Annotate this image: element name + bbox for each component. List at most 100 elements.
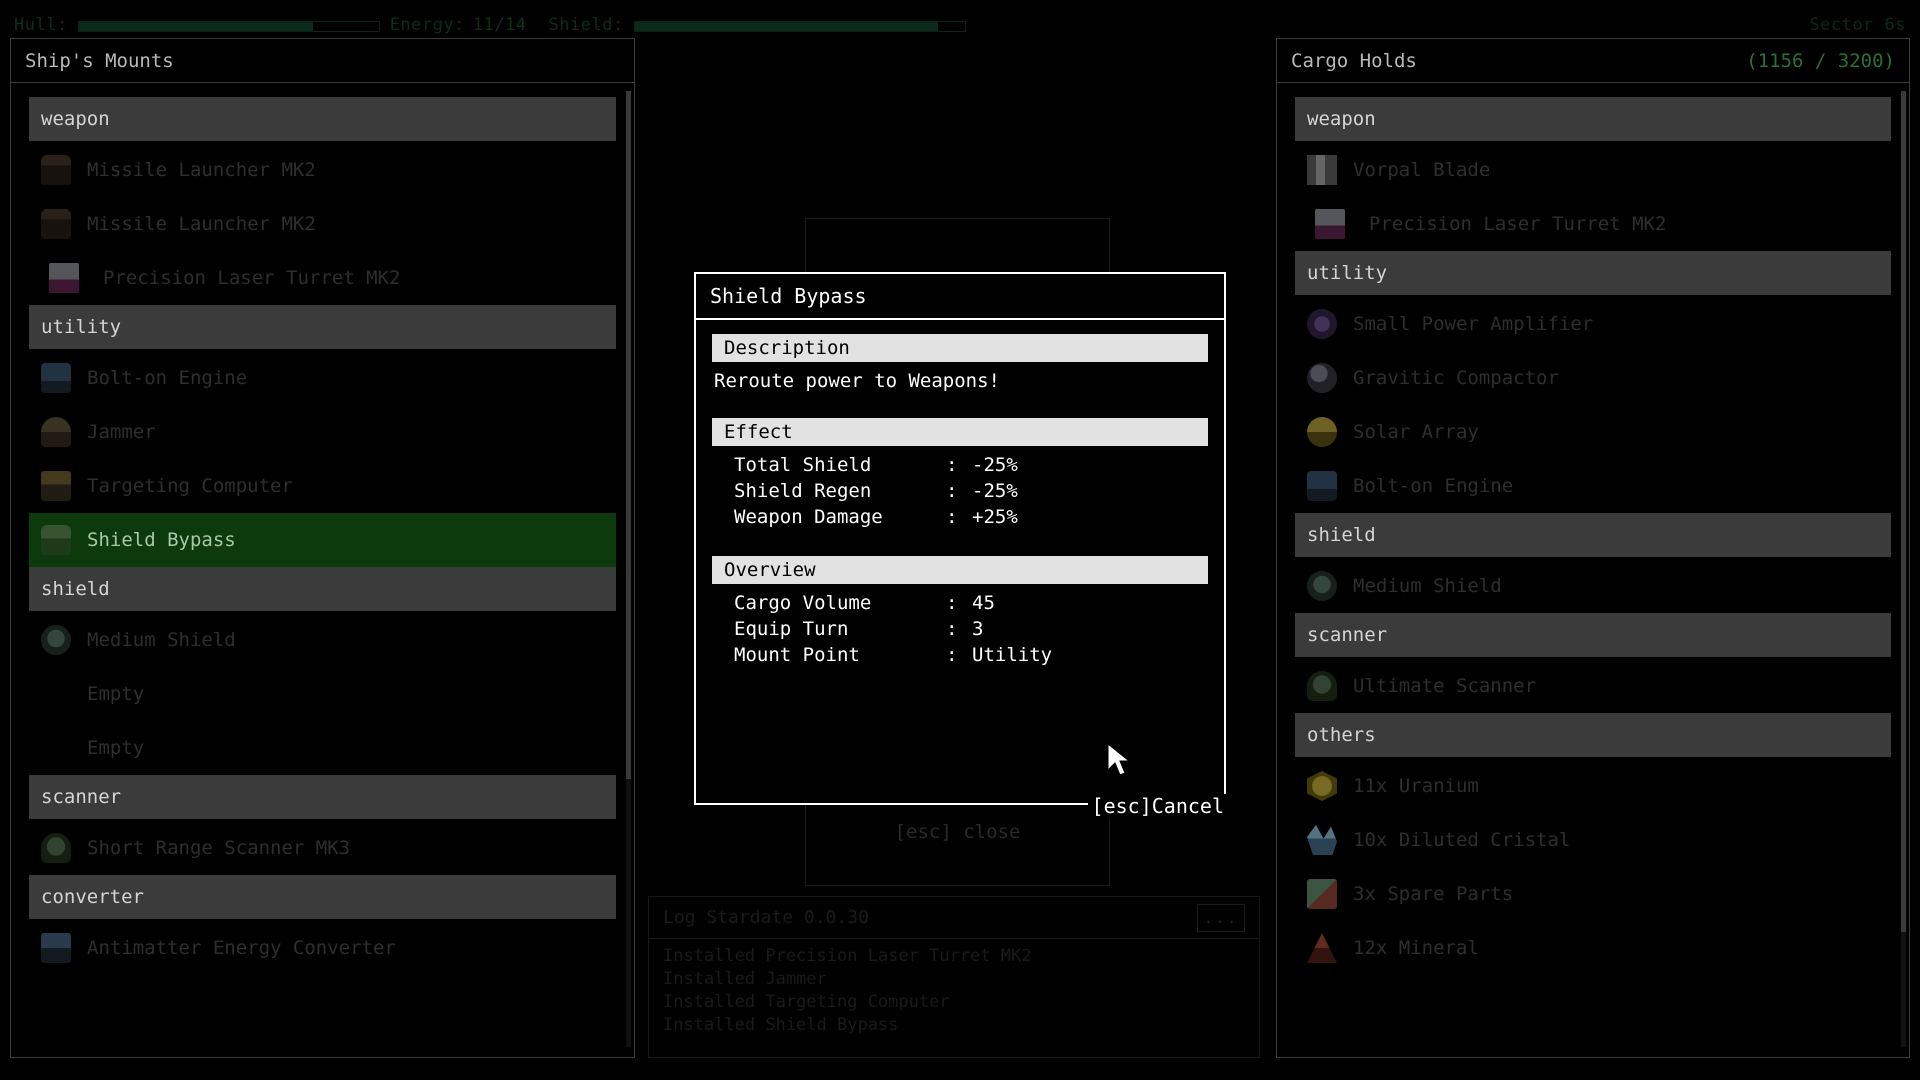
compactor-icon: [1307, 363, 1337, 393]
modal-title-bar: Shield Bypass: [696, 274, 1224, 320]
list-item[interactable]: Bolt-on Engine: [1295, 459, 1891, 513]
log-line: Installed Targeting Computer: [663, 991, 1245, 1014]
list-item[interactable]: Medium Shield: [1295, 559, 1891, 613]
stat-row: Weapon Damage:+25%: [712, 504, 1208, 530]
cargo-holds-title: Cargo Holds: [1291, 50, 1417, 72]
list-item[interactable]: Short Range Scanner MK3: [29, 821, 616, 875]
energy-label: Energy:: [390, 15, 465, 35]
list-item[interactable]: Vorpal Blade: [1295, 143, 1891, 197]
description-section-header: Description: [712, 334, 1208, 362]
ships-mounts-list[interactable]: weapon Missile Launcher MK2 Missile Launch…: [11, 83, 634, 1057]
cargo-capacity: (1156 / 3200): [1746, 50, 1895, 72]
list-item-label: Shield Bypass: [87, 529, 236, 551]
cargo-holds-panel: Cargo Holds (1156 / 3200) weaponVorpal B…: [1276, 38, 1910, 1058]
list-item-label: Ultimate Scanner: [1353, 675, 1536, 697]
list-item[interactable]: Solar Array: [1295, 405, 1891, 459]
ships-mounts-title: Ship's Mounts: [25, 50, 174, 72]
list-item-label: Precision Laser Turret MK2: [1369, 213, 1666, 235]
list-item-label: 10x Diluted Cristal: [1353, 829, 1570, 851]
list-item[interactable]: Antimatter Energy Converter: [29, 921, 616, 975]
stat-value: +25%: [972, 504, 1208, 530]
modal-title-text: Shield Bypass: [710, 284, 867, 308]
list-item[interactable]: Empty: [29, 721, 616, 775]
category-header-weapon: weapon: [1295, 97, 1891, 141]
list-item-label: 3x Spare Parts: [1353, 883, 1513, 905]
category-header-converter: converter: [29, 875, 616, 919]
stat-separator: :: [946, 642, 972, 668]
cargo-holds-list[interactable]: weaponVorpal Blade Precision Laser Turret…: [1277, 83, 1909, 1057]
shield-generator-icon: [1307, 571, 1337, 601]
stat-key: Weapon Damage: [734, 504, 946, 530]
list-item[interactable]: 11x Uranium: [1295, 759, 1891, 813]
scanner-icon: [1307, 671, 1337, 701]
list-item-label: Gravitic Compactor: [1353, 367, 1559, 389]
list-item[interactable]: Bolt-on Engine: [29, 351, 616, 405]
shield-label: Shield:: [549, 15, 624, 35]
category-header-weapon: weapon: [29, 97, 616, 141]
section-spacer: [712, 392, 1208, 418]
blade-icon: [1307, 155, 1337, 185]
description-text: Reroute power to Weapons!: [712, 368, 1208, 392]
list-item[interactable]: Targeting Computer: [29, 459, 616, 513]
hull-status: Hull:: [14, 15, 390, 35]
hull-meter: [78, 21, 380, 32]
category-header-others: others: [1295, 713, 1891, 757]
stat-row: Shield Regen:-25%: [712, 478, 1208, 504]
list-item-label: Bolt-on Engine: [87, 367, 247, 389]
stat-separator: :: [946, 504, 972, 530]
list-item[interactable]: Missile Launcher MK2: [29, 143, 616, 197]
list-item-label: 11x Uranium: [1353, 775, 1479, 797]
mineral-icon: [1307, 933, 1337, 963]
list-item[interactable]: Empty: [29, 667, 616, 721]
category-header-utility: utility: [29, 305, 616, 349]
log-menu-button[interactable]: ...: [1197, 904, 1245, 932]
list-item[interactable]: 3x Spare Parts: [1295, 867, 1891, 921]
log-header: Log Stardate 0.0.30 ...: [649, 897, 1259, 939]
game-screen: Hull: Energy: 11/14 Shield: Sector 6s Sh…: [0, 0, 1920, 1080]
list-item-label: Missile Launcher MK2: [87, 159, 316, 181]
list-item[interactable]: Precision Laser Turret MK2: [29, 251, 616, 305]
stat-separator: :: [946, 452, 972, 478]
solar-icon: [1307, 417, 1337, 447]
list-item[interactable]: Medium Shield: [29, 613, 616, 667]
stat-value: -25%: [972, 478, 1208, 504]
list-item-label: Small Power Amplifier: [1353, 313, 1593, 335]
stat-row: Mount Point:Utility: [712, 642, 1208, 668]
mounts-scrollbar[interactable]: [626, 91, 631, 1047]
list-item[interactable]: Small Power Amplifier: [1295, 297, 1891, 351]
list-item[interactable]: Ultimate Scanner: [1295, 659, 1891, 713]
stat-key: Shield Regen: [734, 478, 946, 504]
missile-icon: [41, 155, 71, 185]
list-item[interactable]: 12x Mineral: [1295, 921, 1891, 975]
list-item-label: Short Range Scanner MK3: [87, 837, 350, 859]
amplifier-icon: [1307, 309, 1337, 339]
modal-body: Description Reroute power to Weapons! Ef…: [696, 320, 1224, 668]
section-spacer-2: [712, 530, 1208, 556]
cargo-scrollbar[interactable]: [1901, 91, 1906, 1047]
list-item[interactable]: Jammer: [29, 405, 616, 459]
list-item-label: Empty: [87, 683, 144, 705]
list-item-label: Missile Launcher MK2: [87, 213, 316, 235]
overview-section-header: Overview: [712, 556, 1208, 584]
sector-indicator: Sector 6s: [1809, 15, 1906, 35]
close-button-label: [esc] close: [895, 821, 1021, 843]
list-item[interactable]: Missile Launcher MK2: [29, 197, 616, 251]
stat-key: Equip Turn: [734, 616, 946, 642]
scanner-icon: [41, 833, 71, 863]
category-header-scanner: scanner: [1295, 613, 1891, 657]
list-item[interactable]: Shield Bypass: [29, 513, 616, 567]
list-item[interactable]: 10x Diluted Cristal: [1295, 813, 1891, 867]
list-item-label: Precision Laser Turret MK2: [103, 267, 400, 289]
list-item[interactable]: Precision Laser Turret MK2: [1295, 197, 1891, 251]
modal-cancel-button[interactable]: [esc]Cancel: [1088, 794, 1228, 818]
list-item[interactable]: Gravitic Compactor: [1295, 351, 1891, 405]
stat-row: Cargo Volume:45: [712, 590, 1208, 616]
engine-icon: [41, 363, 71, 393]
category-header-scanner: scanner: [29, 775, 616, 819]
crystal-icon: [1307, 825, 1337, 855]
stat-value: Utility: [972, 642, 1208, 668]
stat-value: 3: [972, 616, 1208, 642]
list-item-label: Jammer: [87, 421, 156, 443]
parts-icon: [1307, 879, 1337, 909]
energy-value: 11/14: [473, 15, 527, 35]
